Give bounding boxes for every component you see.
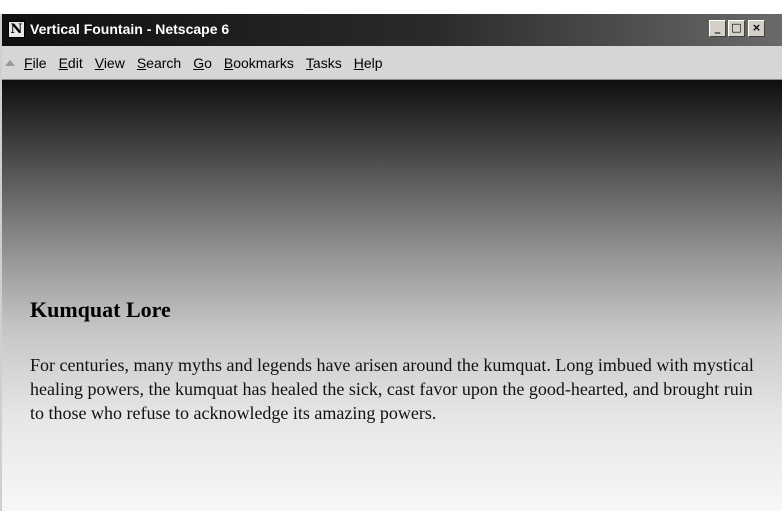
- menu-go[interactable]: Go: [193, 55, 212, 71]
- menu-view[interactable]: View: [95, 55, 125, 71]
- window-title: Vertical Fountain - Netscape 6: [30, 21, 230, 37]
- netscape-logo-icon: N: [8, 21, 25, 38]
- menu-help[interactable]: Help: [354, 55, 383, 71]
- menu-search[interactable]: Search: [137, 55, 181, 71]
- title-bar[interactable]: N Vertical Fountain - Netscape 6 _ □ ×: [2, 14, 782, 46]
- page-content: Kumquat Lore For centuries, many myths a…: [2, 80, 782, 511]
- toolbar-grip-icon[interactable]: [5, 60, 15, 66]
- menu-bookmarks[interactable]: Bookmarks: [224, 55, 294, 71]
- page-heading: Kumquat Lore: [30, 297, 171, 322]
- menu-bar: File Edit View Search Go Bookmarks Tasks…: [2, 46, 782, 80]
- menu-edit[interactable]: Edit: [59, 55, 83, 71]
- browser-window: N Vertical Fountain - Netscape 6 _ □ × F…: [0, 14, 782, 511]
- menu-items: File Edit View Search Go Bookmarks Tasks…: [24, 55, 383, 71]
- close-button[interactable]: ×: [748, 20, 765, 37]
- page-paragraph: For centuries, many myths and legends ha…: [30, 355, 754, 423]
- minimize-button[interactable]: _: [709, 20, 726, 37]
- menu-tasks[interactable]: Tasks: [306, 55, 342, 71]
- maximize-button[interactable]: □: [728, 20, 745, 37]
- menu-file[interactable]: File: [24, 55, 47, 71]
